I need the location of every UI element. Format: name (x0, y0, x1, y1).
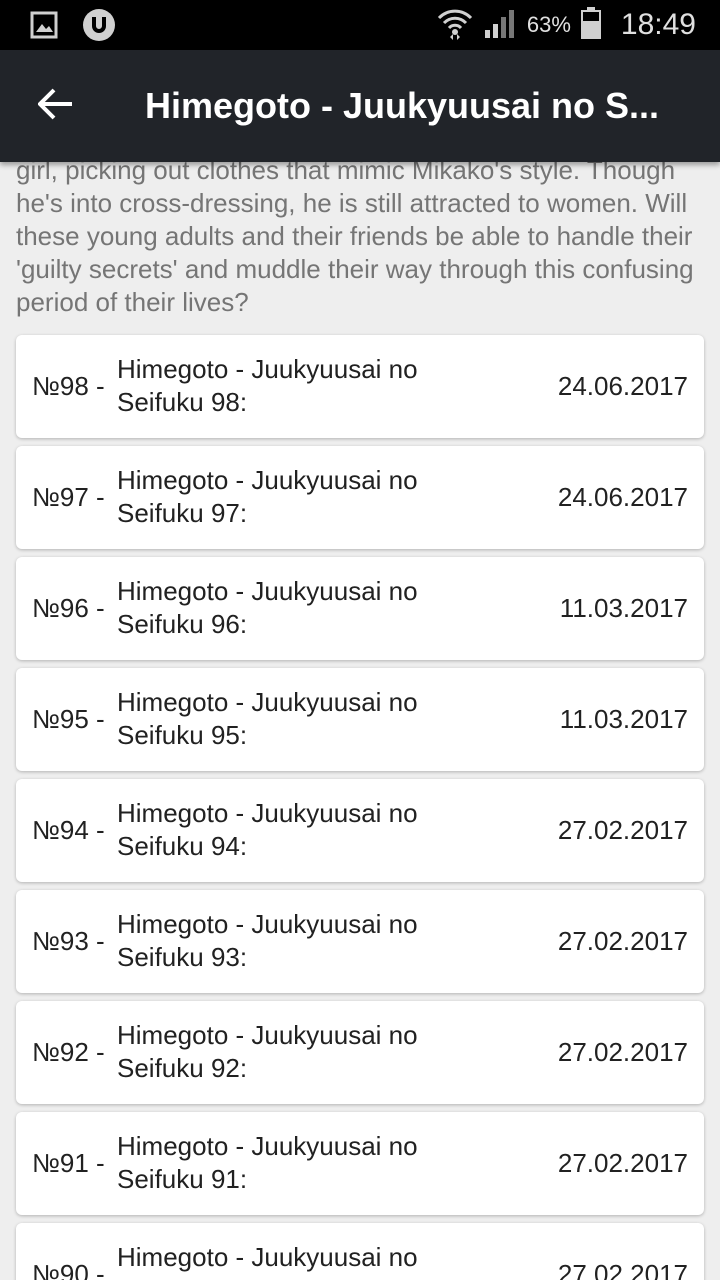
chapter-title: Himegoto - Juukyuusai no Seifuku 93: (117, 909, 418, 972)
battery-percent: 63% (526, 12, 571, 37)
chapter-number: №92 - (32, 1037, 105, 1067)
chapter-date: 27.02.2017 (557, 1037, 688, 1067)
clock: 18:49 (620, 8, 696, 41)
chapter-title: Himegoto - Juukyuusai no Seifuku 90: (117, 1242, 418, 1280)
chapter-item[interactable]: №96 - Himegoto - Juukyuusai no Seifuku 9… (16, 557, 704, 660)
wifi-icon (437, 6, 473, 45)
chapter-list: №98 - Himegoto - Juukyuusai no Seifuku 9… (16, 335, 704, 1280)
battery-icon (580, 6, 601, 44)
chapter-title: Himegoto - Juukyuusai no Seifuku 98: (117, 354, 418, 417)
chapter-number: №93 - (32, 926, 105, 956)
chapter-date: 11.03.2017 (559, 593, 688, 623)
chapter-date: 27.02.2017 (557, 1148, 688, 1178)
image-icon (30, 11, 58, 44)
status-bar-right: 63% 18:49 (437, 0, 696, 50)
chapter-date: 27.02.2017 (557, 926, 688, 956)
chapter-item[interactable]: №90 - Himegoto - Juukyuusai no Seifuku 9… (16, 1223, 704, 1280)
chapter-item[interactable]: №93 - Himegoto - Juukyuusai no Seifuku 9… (16, 890, 704, 993)
page-title: Himegoto - Juukyuusai no S... (145, 85, 660, 126)
arrow-left-icon (37, 88, 74, 125)
chapter-number: №97 - (32, 482, 105, 512)
chapter-number: №98 - (32, 371, 105, 401)
torrent-icon (82, 8, 116, 47)
manga-description: girl, picking out clothes that mimic Mik… (16, 162, 694, 317)
chapter-date: 24.06.2017 (557, 371, 688, 401)
signal-icon (483, 8, 517, 43)
content-scroll[interactable]: girl, picking out clothes that mimic Mik… (0, 162, 720, 1280)
back-button[interactable] (26, 76, 86, 136)
chapter-item[interactable]: №91 - Himegoto - Juukyuusai no Seifuku 9… (16, 1112, 704, 1215)
chapter-number: №90 - (32, 1259, 105, 1280)
chapter-title: Himegoto - Juukyuusai no Seifuku 95: (117, 687, 418, 750)
chapter-title: Himegoto - Juukyuusai no Seifuku 94: (117, 798, 418, 861)
chapter-title: Himegoto - Juukyuusai no Seifuku 91: (117, 1131, 418, 1194)
chapter-item[interactable]: №94 - Himegoto - Juukyuusai no Seifuku 9… (16, 779, 704, 882)
chapter-date: 27.02.2017 (557, 1259, 688, 1280)
chapter-number: №91 - (32, 1148, 105, 1178)
chapter-date: 11.03.2017 (559, 704, 688, 734)
chapter-item[interactable]: №98 - Himegoto - Juukyuusai no Seifuku 9… (16, 335, 704, 438)
chapter-title: Himegoto - Juukyuusai no Seifuku 92: (117, 1020, 418, 1083)
status-bar: 63% 18:49 (0, 0, 720, 50)
chapter-item[interactable]: №95 - Himegoto - Juukyuusai no Seifuku 9… (16, 668, 704, 771)
chapter-title: Himegoto - Juukyuusai no Seifuku 97: (117, 465, 418, 528)
chapter-number: №94 - (32, 815, 105, 845)
status-bar-left (30, 8, 116, 47)
chapter-number: №95 - (32, 704, 105, 734)
chapter-date: 27.02.2017 (557, 815, 688, 845)
chapter-number: №96 - (32, 593, 105, 623)
chapter-item[interactable]: №97 - Himegoto - Juukyuusai no Seifuku 9… (16, 446, 704, 549)
chapter-date: 24.06.2017 (557, 482, 688, 512)
chapter-title: Himegoto - Juukyuusai no Seifuku 96: (117, 576, 418, 639)
app-bar: Himegoto - Juukyuusai no S... (0, 50, 720, 162)
chapter-item[interactable]: №92 - Himegoto - Juukyuusai no Seifuku 9… (16, 1001, 704, 1104)
